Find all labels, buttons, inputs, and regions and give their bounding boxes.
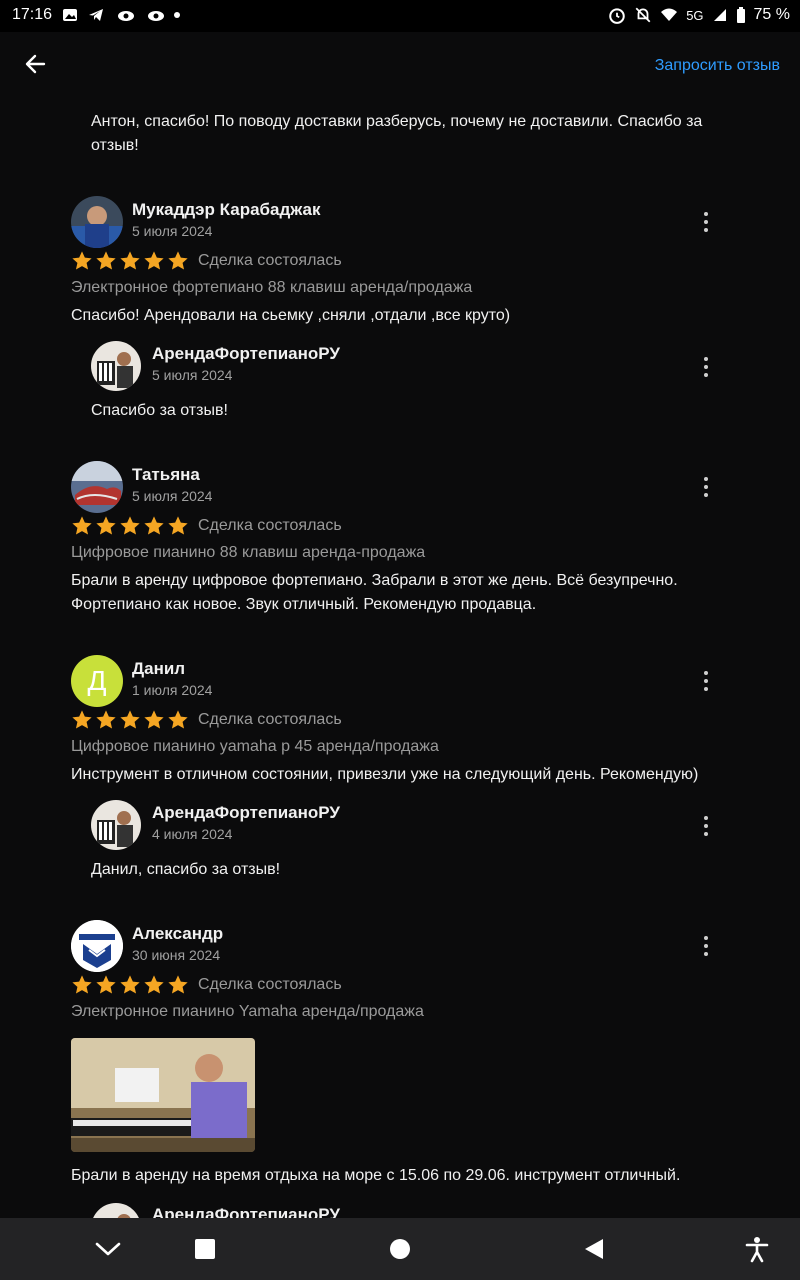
review-date: 5 июля 2024 <box>132 223 213 239</box>
seller-avatar[interactable] <box>91 341 141 391</box>
avatar-letter: Д <box>87 665 107 696</box>
star-icon <box>120 251 140 270</box>
network-type: 5G <box>686 7 704 23</box>
chevron-down-icon[interactable] <box>93 1234 123 1264</box>
star-icon <box>168 516 188 535</box>
review-date: 30 июня 2024 <box>132 947 221 963</box>
star-icon <box>96 516 116 535</box>
star-icon <box>144 251 164 270</box>
star-icon <box>96 710 116 729</box>
more-options-icon[interactable] <box>696 210 716 234</box>
alarm-icon <box>609 8 625 24</box>
home-circle-icon[interactable] <box>385 1234 415 1264</box>
star-icon <box>120 516 140 535</box>
rating-stars <box>71 250 189 272</box>
seller-name: АрендаФортепианоРУ <box>152 803 340 822</box>
reviewer-name: Татьяна <box>132 465 200 484</box>
recents-square-icon[interactable] <box>190 1234 220 1264</box>
telegram-icon <box>89 9 104 21</box>
star-icon <box>144 710 164 729</box>
gallery-icon <box>63 9 78 21</box>
review-date: 1 июля 2024 <box>132 682 213 698</box>
seller-reply-text: Данил, спасибо за отзыв! <box>91 861 281 878</box>
star-icon <box>72 251 92 270</box>
review-text: Брали в аренду на время отдыха на море с… <box>71 1167 681 1184</box>
cloud-icon <box>148 11 165 21</box>
more-options-icon[interactable] <box>696 475 716 499</box>
seller-reply-text: Спасибо за отзыв! <box>91 402 228 419</box>
review-date: 5 июля 2024 <box>132 488 213 504</box>
deal-status: Сделка состоялась <box>198 976 342 993</box>
reviewer-name: Александр <box>132 924 224 943</box>
avatar[interactable]: Д <box>71 655 123 707</box>
star-icon <box>168 975 188 994</box>
reviewer-name: Данил <box>132 659 186 678</box>
mute-icon <box>635 7 651 23</box>
rating-stars <box>71 709 189 731</box>
star-icon <box>120 975 140 994</box>
avatar[interactable] <box>71 920 123 972</box>
star-icon <box>72 516 92 535</box>
clock: 17:16 <box>12 6 53 23</box>
seller-reply-text: Антон, спасибо! По поводу доставки разбе… <box>91 113 703 154</box>
reviewer-name: Мукаддэр Карабаджак <box>132 200 321 219</box>
status-bar: 17:16 5G 75 % <box>0 0 800 32</box>
cloud-icon <box>118 11 135 21</box>
request-review-button[interactable]: Запросить отзыв <box>655 57 780 75</box>
star-icon <box>96 975 116 994</box>
avatar[interactable] <box>71 196 123 248</box>
item-title[interactable]: Электронное пианино Yamaha аренда/продаж… <box>71 1003 424 1021</box>
star-icon <box>168 710 188 729</box>
item-title[interactable]: Цифровое пианино 88 клавиш аренда-продаж… <box>71 544 425 562</box>
deal-status: Сделка состоялась <box>198 711 342 728</box>
seller-name: АрендаФортепианоРУ <box>152 1205 340 1218</box>
wifi-icon <box>661 8 678 21</box>
more-options-icon[interactable] <box>696 934 716 958</box>
app-bar: Запросить отзыв <box>0 32 800 96</box>
seller-name: АрендаФортепианоРУ <box>152 344 340 363</box>
seller-avatar[interactable] <box>91 1203 141 1218</box>
rating-stars <box>71 974 189 996</box>
star-icon <box>72 710 92 729</box>
star-icon <box>168 251 188 270</box>
item-title[interactable]: Цифровое пианино yamaha p 45 аренда/прод… <box>71 738 439 756</box>
review-text: Брали в аренду цифровое фортепиано. Забр… <box>71 572 678 613</box>
back-triangle-icon[interactable] <box>579 1234 609 1264</box>
star-icon <box>144 516 164 535</box>
reply-date: 4 июля 2024 <box>152 826 233 842</box>
review-text: Инструмент в отличном состоянии, привезл… <box>71 766 699 783</box>
battery-icon <box>736 7 745 23</box>
reply-date: 5 июля 2024 <box>152 367 233 383</box>
star-icon <box>72 975 92 994</box>
reviews-list[interactable]: Антон, спасибо! По поводу доставки разбе… <box>0 96 800 1218</box>
star-icon <box>144 975 164 994</box>
star-icon <box>96 251 116 270</box>
signal-icon <box>713 9 726 21</box>
deal-status: Сделка состоялась <box>198 252 342 269</box>
item-title[interactable]: Электронное фортепиано 88 клавиш аренда/… <box>71 279 472 297</box>
avatar[interactable] <box>71 461 123 513</box>
system-nav-bar <box>0 1218 800 1280</box>
review-text: Спасибо! Арендовали на сьемку ,сняли ,от… <box>71 307 511 324</box>
deal-status: Сделка состоялась <box>198 517 342 534</box>
more-options-icon[interactable] <box>696 814 716 838</box>
back-button[interactable] <box>18 46 54 82</box>
battery-level: 75 % <box>753 6 790 23</box>
rating-stars <box>71 515 189 537</box>
star-icon <box>120 710 140 729</box>
review-photo[interactable] <box>71 1038 255 1152</box>
seller-avatar[interactable] <box>91 800 141 850</box>
more-options-icon[interactable] <box>696 669 716 693</box>
accessibility-icon[interactable] <box>742 1234 772 1264</box>
more-options-icon[interactable] <box>696 355 716 379</box>
notification-dot-icon <box>174 12 181 18</box>
